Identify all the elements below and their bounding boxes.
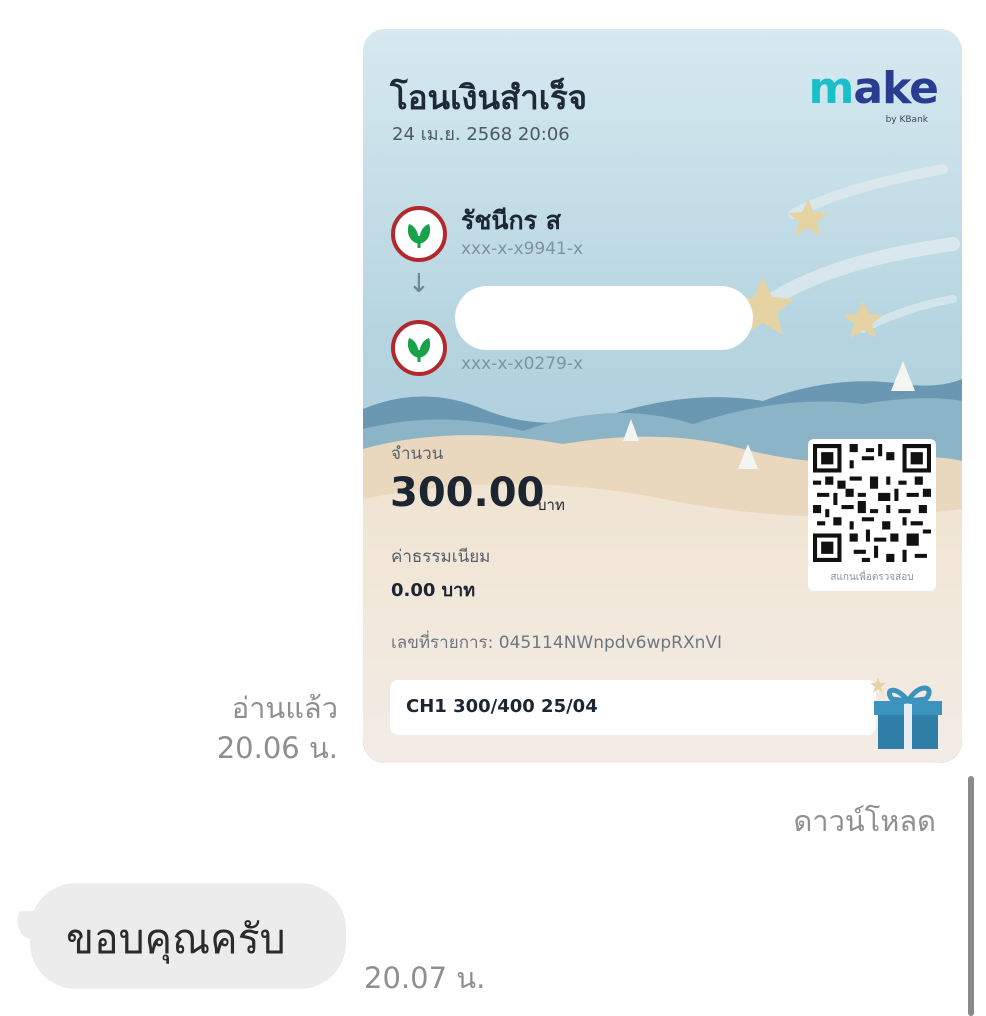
- amount-value: 300.00: [390, 470, 545, 516]
- qr-caption: สแกนเพื่อตรวจสอบ: [830, 572, 914, 583]
- download-link[interactable]: ดาวน์โหลด: [793, 798, 936, 844]
- fee-value: 0.00 บาท: [391, 580, 476, 601]
- brand-subtitle: by KBank: [885, 115, 928, 125]
- sent-time: 20.06 น.: [216, 731, 338, 765]
- down-arrow-icon: ↓: [408, 269, 430, 299]
- memo-box: CH1 300/400 25/04: [390, 680, 876, 735]
- scrollbar[interactable]: [968, 776, 974, 1016]
- sender-account: xxx-x-x9941-x: [461, 239, 584, 259]
- sender-name: รัชนีกร ส: [461, 206, 562, 235]
- sent-message-meta: อ่านแล้ว 20.06 น.: [217, 688, 338, 768]
- qr-code-icon: [813, 444, 931, 562]
- transaction-reference: เลขที่รายการ: 045114NWnpdv6wpRXnVI: [391, 633, 723, 653]
- fee-label: ค่าธรรมเนียม: [391, 547, 491, 567]
- gift-box-icon: [870, 677, 942, 749]
- make-logo: make: [808, 63, 939, 114]
- redaction-mark: [455, 286, 753, 350]
- kbank-logo-icon: [391, 320, 447, 376]
- incoming-message-text: ขอบคุณครับ: [66, 915, 286, 963]
- qr-code-panel[interactable]: สแกนเพื่อตรวจสอบ: [808, 439, 936, 591]
- make-logo-m: m: [808, 63, 855, 114]
- make-logo-ake: ake: [853, 63, 939, 114]
- receiver-account: xxx-x-x0279-x: [461, 354, 584, 374]
- memo-text: CH1 300/400 25/04: [406, 696, 598, 717]
- amount-unit: บาท: [537, 496, 565, 514]
- transfer-slip-image[interactable]: โอนเงินสำเร็จ 24 เม.ย. 2568 20:06 make b…: [363, 29, 962, 763]
- slip-datetime: 24 เม.ย. 2568 20:06: [392, 124, 570, 145]
- incoming-message-time: 20.07 น.: [364, 961, 486, 995]
- chat-screen: อ่านแล้ว 20.06 น. โอนเงินสำเร็จ 24 เม.ย.…: [0, 0, 986, 1016]
- amount-label: จำนวน: [391, 444, 444, 464]
- slip-title: โอนเงินสำเร็จ: [390, 78, 588, 117]
- incoming-message-bubble[interactable]: ขอบคุณครับ: [30, 883, 346, 989]
- kbank-logo-icon: [391, 206, 447, 262]
- read-status: อ่านแล้ว: [231, 691, 338, 725]
